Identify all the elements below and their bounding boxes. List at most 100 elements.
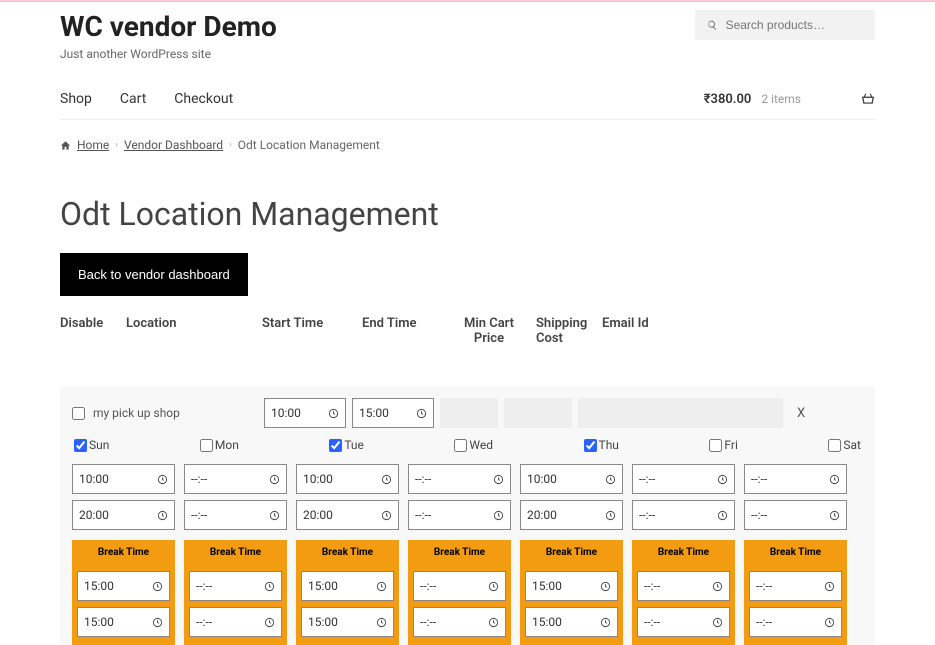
day-tue: Tue	[329, 438, 364, 452]
site-tagline: Just another WordPress site	[60, 47, 277, 61]
clock-icon	[824, 617, 835, 628]
clock-icon	[712, 581, 723, 592]
break-start-input[interactable]: 15:00	[77, 571, 170, 601]
break-start-input[interactable]: --:--	[189, 571, 282, 601]
day-checkbox-sat[interactable]	[828, 439, 841, 452]
break-time-header: Break Time	[184, 540, 287, 565]
breadcrumb-current: Odt Location Management	[238, 138, 380, 152]
nav-shop[interactable]: Shop	[60, 91, 92, 107]
min-cart-price-input[interactable]	[440, 398, 498, 428]
delete-row-button[interactable]: X	[797, 406, 805, 421]
clock-icon	[824, 581, 835, 592]
end-time-input[interactable]: 15:00	[352, 398, 434, 428]
break-time-header: Break Time	[296, 540, 399, 565]
cart-widget[interactable]: ₹380.00 2 items	[704, 92, 875, 107]
basket-icon	[861, 92, 875, 106]
search-input[interactable]	[726, 18, 863, 32]
close-time-input[interactable]: 20:00	[72, 500, 175, 530]
open-time-input[interactable]: --:--	[744, 464, 847, 494]
close-time-input[interactable]: --:--	[744, 500, 847, 530]
site-title: WC vendor Demo	[60, 10, 277, 43]
breadcrumb-vendor[interactable]: Vendor Dashboard	[124, 138, 223, 152]
break-time-header: Break Time	[408, 540, 511, 565]
break-body: --:-- --:--	[408, 565, 511, 645]
clock-icon	[605, 474, 616, 485]
day-checkbox-thu[interactable]	[584, 439, 597, 452]
clock-icon	[264, 617, 275, 628]
break-time-header: Break Time	[520, 540, 623, 565]
day-wed: Wed	[454, 438, 493, 452]
clock-icon	[157, 474, 168, 485]
day-checkbox-tue[interactable]	[329, 439, 342, 452]
day-checkbox-sun[interactable]	[74, 439, 87, 452]
col-price: Min Cart Price	[448, 316, 530, 346]
open-time-input[interactable]: --:--	[632, 464, 735, 494]
break-end-input[interactable]: 15:00	[525, 607, 618, 637]
breadcrumb-home[interactable]: Home	[77, 138, 109, 152]
open-time-input[interactable]: --:--	[408, 464, 511, 494]
clock-icon	[328, 408, 339, 419]
day-label: Sun	[89, 438, 109, 452]
clock-icon	[269, 474, 280, 485]
clock-icon	[376, 617, 387, 628]
break-body: 15:00 15:00	[296, 565, 399, 645]
break-end-input[interactable]: 15:00	[301, 607, 394, 637]
nav-checkout[interactable]: Checkout	[174, 91, 233, 107]
location-name: my pick up shop	[93, 406, 258, 420]
clock-icon	[376, 581, 387, 592]
break-time-header: Break Time	[632, 540, 735, 565]
nav-cart[interactable]: Cart	[120, 91, 146, 107]
shipping-cost-input[interactable]	[504, 398, 572, 428]
close-time-input[interactable]: 20:00	[520, 500, 623, 530]
email-input[interactable]	[578, 398, 783, 428]
day-sat: Sat	[828, 438, 861, 452]
break-start-input[interactable]: --:--	[637, 571, 730, 601]
break-end-input[interactable]: --:--	[637, 607, 730, 637]
close-time-input[interactable]: --:--	[632, 500, 735, 530]
break-end-input[interactable]: --:--	[413, 607, 506, 637]
schedule-col-5: --:-- --:-- Break Time --:-- --:--	[632, 464, 735, 645]
open-time-input[interactable]: 10:00	[72, 464, 175, 494]
close-time-input[interactable]: --:--	[408, 500, 511, 530]
day-checkbox-mon[interactable]	[200, 439, 213, 452]
schedule-col-6: --:----:--Break Time--:----:--	[744, 464, 847, 645]
break-start-input[interactable]: --:--	[749, 571, 842, 601]
break-body: --:-- --:--	[184, 565, 287, 645]
schedule-col-0: 10:00 20:00 Break Time 15:00 15:00	[72, 464, 175, 645]
break-body: 15:00 15:00	[520, 565, 623, 645]
close-time-input[interactable]: --:--	[184, 500, 287, 530]
day-label: Wed	[469, 438, 493, 452]
break-start-input[interactable]: --:--	[413, 571, 506, 601]
day-label: Mon	[215, 438, 239, 452]
close-time-input[interactable]: 20:00	[296, 500, 399, 530]
clock-icon	[717, 474, 728, 485]
clock-icon	[829, 474, 840, 485]
day-thu: Thu	[584, 438, 619, 452]
day-mon: Mon	[200, 438, 239, 452]
back-to-dashboard-button[interactable]: Back to vendor dashboard	[60, 253, 248, 296]
break-end-input[interactable]: --:--	[189, 607, 282, 637]
day-checkbox-wed[interactable]	[454, 439, 467, 452]
break-body: 15:00 15:00	[72, 565, 175, 645]
open-time-input[interactable]: --:--	[184, 464, 287, 494]
disable-checkbox[interactable]	[72, 407, 85, 420]
schedule-col-3: --:-- --:-- Break Time --:-- --:--	[408, 464, 511, 645]
start-time-input[interactable]: 10:00	[264, 398, 346, 428]
col-end: End Time	[362, 316, 442, 346]
break-start-input[interactable]: 15:00	[301, 571, 394, 601]
open-time-input[interactable]: 10:00	[520, 464, 623, 494]
break-end-input[interactable]: --:--	[749, 607, 842, 637]
break-end-input[interactable]: 15:00	[77, 607, 170, 637]
open-time-input[interactable]: 10:00	[296, 464, 399, 494]
clock-icon	[152, 617, 163, 628]
search-box[interactable]	[695, 10, 875, 40]
break-time-header: Break Time	[72, 540, 175, 565]
day-checkbox-fri[interactable]	[709, 439, 722, 452]
day-fri: Fri	[709, 438, 737, 452]
day-label: Fri	[724, 438, 737, 452]
clock-icon	[493, 474, 504, 485]
break-start-input[interactable]: 15:00	[525, 571, 618, 601]
col-location: Location	[126, 316, 256, 346]
clock-icon	[381, 510, 392, 521]
schedule-col-4: 10:00 20:00 Break Time 15:00 15:00	[520, 464, 623, 645]
